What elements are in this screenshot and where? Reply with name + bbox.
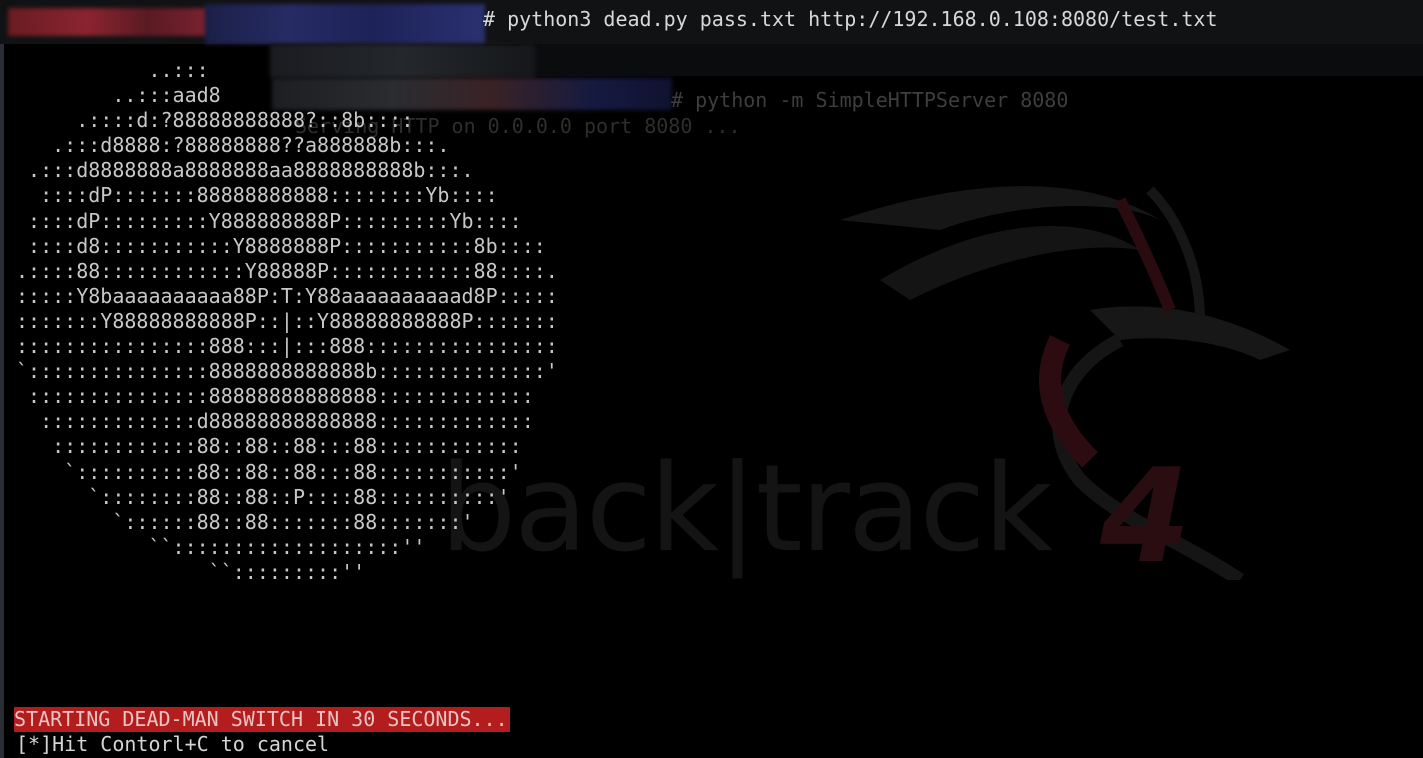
- ascii-art-line: ``:::::::::::::::::::'': [148, 534, 426, 559]
- ascii-art-line: .::::d:?88888888888?::8b::::: [76, 108, 414, 133]
- ascii-art-line: .:::d8888888a8888888aa8888888888b:::.: [28, 158, 474, 183]
- ascii-art-line: :::::Y8baaaaaaaaaa88P:T:Y88aaaaaaaaaad8P…: [16, 283, 558, 308]
- ascii-art-line: `::::::::88::88::P::::88::::::::::': [88, 484, 510, 509]
- desktop-screen: back|track 4 # python3 dead.py pass.txt …: [0, 0, 1423, 758]
- ascii-art-line: :::::::Y88888888888P::|::Y88888888888P::…: [16, 308, 558, 333]
- redacted-prompt-block: [8, 8, 208, 36]
- ascii-art-line: ::::d8:::::::::::Y8888888P:::::::::::8b:…: [28, 233, 546, 258]
- ascii-art-line: ::::dP:::::::::Y888888888P:::::::::Yb:::…: [28, 208, 522, 233]
- ascii-art-line: ..:::aad8: [112, 83, 221, 108]
- cancel-hint: [*]Hit Contorl+C to cancel: [16, 732, 330, 756]
- redacted-hostname-block: [205, 4, 485, 44]
- skull-ascii-art: ..::: ..:::aad8 .::::d:?88888888888?::8b…: [16, 58, 558, 585]
- background-terminal-bar: [520, 44, 1423, 76]
- ascii-art-line: :::::::::::::d88888888888888::::::::::::…: [40, 409, 534, 434]
- terminal-command-line: # python3 dead.py pass.txt http://192.16…: [483, 7, 1218, 31]
- ascii-art-line: ::::dP:::::::88888888888::::::::Yb::::: [40, 183, 498, 208]
- ascii-art-line: ``:::::::::'': [16, 559, 366, 584]
- background-terminal-command: # python -m SimpleHTTPServer 8080: [671, 88, 1069, 112]
- ascii-art-line: ..:::: [148, 58, 209, 82]
- ascii-art-line: .::::88::::::::::::Y88888P::::::::::::88…: [16, 258, 558, 283]
- ascii-art-line: .:::d8888:?88888888??a888888b:::.: [52, 133, 450, 158]
- ascii-art-line: ::::::::::::88::88::88:::88::::::::::::: [52, 434, 522, 459]
- ascii-art-line: `::::::::::88::88::88:::88:::::::::::': [64, 459, 522, 484]
- ascii-art-line: :::::::::::::::88888888888888:::::::::::…: [28, 384, 534, 409]
- ascii-art-line: `::::::88::88:::::::88:::::::': [112, 509, 474, 534]
- ascii-art-line: `:::::::::::::::8888888888888b::::::::::…: [16, 359, 558, 384]
- ascii-art-line: ::::::::::::::::888:::|:::888:::::::::::…: [16, 334, 558, 359]
- dead-man-switch-warning: STARTING DEAD-MAN SWITCH IN 30 SECONDS..…: [14, 707, 510, 732]
